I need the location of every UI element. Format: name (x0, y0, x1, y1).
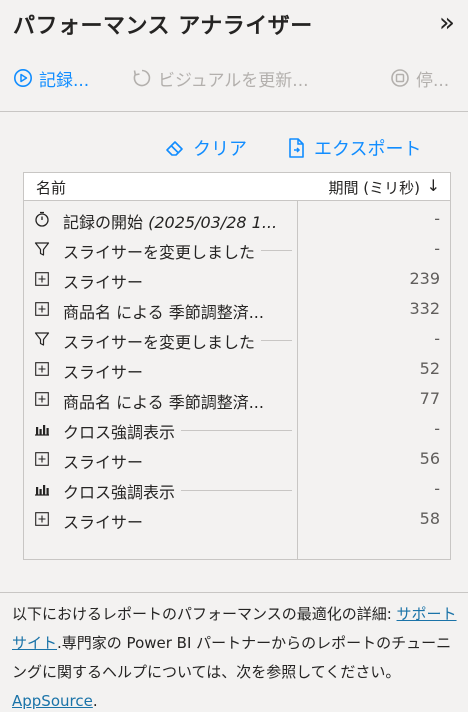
pane-header: パフォーマンス アナライザー » (0, 0, 468, 50)
table-row[interactable]: スライサー 58 (24, 504, 450, 534)
row-duration: - (434, 479, 440, 498)
row-leader-line (181, 490, 292, 491)
clear-button[interactable]: クリア (164, 134, 247, 162)
expand-icon[interactable] (34, 391, 50, 407)
collapse-pane-icon[interactable]: » (434, 10, 460, 38)
table-header: 名前 期間 (ミリ秒) ↓ (24, 173, 450, 201)
row-duration: 52 (419, 359, 440, 378)
row-name: スライサー (63, 273, 144, 292)
refresh-visuals-button[interactable]: ビジュアルを更新... (132, 64, 309, 92)
footer-text-2: .専門家の Power BI パートナーからのレポートのチューニングに関するヘル… (12, 634, 452, 681)
bar-chart-icon (34, 481, 50, 497)
table-row[interactable]: スライサーを変更しました - (24, 234, 450, 264)
row-leader-line (181, 430, 292, 431)
table-row[interactable]: 商品名 による 季節調整済... 77 (24, 384, 450, 414)
stopwatch-icon (34, 211, 50, 227)
record-label: 記録... (39, 70, 90, 91)
row-name: クロス強調表示 (63, 483, 176, 502)
eraser-icon (166, 141, 183, 156)
column-header-name[interactable]: 名前 (36, 177, 66, 198)
bar-chart-icon (34, 421, 50, 437)
row-duration: 239 (409, 269, 440, 288)
column-header-duration[interactable]: 期間 (ミリ秒) (329, 177, 420, 198)
row-duration: 332 (409, 299, 440, 318)
row-name: スライサーを変更しました (63, 243, 256, 262)
row-name: 記録の開始 (2025/03/28 1... (63, 213, 278, 232)
stop-label: 停... (416, 70, 450, 91)
table-row[interactable]: スライサー 239 (24, 264, 450, 294)
filter-icon (34, 241, 50, 257)
refresh-label: ビジュアルを更新... (158, 70, 309, 91)
row-name: クロス強調表示 (63, 423, 176, 442)
row-duration: 56 (419, 449, 440, 468)
table-row[interactable]: スライサー 56 (24, 444, 450, 474)
table-row[interactable]: 記録の開始 (2025/03/28 1... - (24, 204, 450, 234)
table-row[interactable]: スライサー 52 (24, 354, 450, 384)
expand-icon[interactable] (34, 451, 50, 467)
record-button[interactable]: 記録... (13, 64, 89, 92)
stop-button[interactable]: 停... (390, 64, 449, 92)
clear-label: クリア (193, 139, 247, 160)
footer-help-text: 以下におけるレポートのパフォーマンスの最適化の詳細: サポート サイト.専門家の… (12, 600, 460, 712)
export-icon (289, 138, 304, 158)
row-duration: - (434, 209, 440, 228)
filter-icon (34, 331, 50, 347)
expand-icon[interactable] (34, 301, 50, 317)
row-leader-line (261, 250, 292, 251)
row-name: スライサー (63, 513, 144, 532)
refresh-icon (133, 69, 151, 87)
row-name: 商品名 による 季節調整済... (63, 393, 264, 412)
table-row[interactable]: クロス強調表示 - (24, 474, 450, 504)
row-name: 商品名 による 季節調整済... (63, 303, 264, 322)
stop-icon (391, 69, 409, 87)
row-duration: - (434, 239, 440, 258)
row-duration: - (434, 329, 440, 348)
row-duration: 77 (419, 389, 440, 408)
expand-icon[interactable] (34, 361, 50, 377)
table-row[interactable]: クロス強調表示 - (24, 414, 450, 444)
row-timestamp: (2025/03/28 1... (148, 213, 278, 232)
expand-icon[interactable] (34, 511, 50, 527)
appsource-link[interactable]: AppSource (12, 692, 93, 710)
toolbar: 記録... ビジュアルを更新... 停... (0, 58, 468, 98)
footer-text-1: 以下におけるレポートのパフォーマンスの最適化の詳細: (12, 605, 397, 623)
expand-icon[interactable] (34, 271, 50, 287)
record-icon (14, 69, 32, 87)
action-bar: クリア エクスポート (0, 130, 468, 166)
table-row[interactable]: 商品名 による 季節調整済... 332 (24, 294, 450, 324)
row-name: スライサー (63, 363, 144, 382)
row-leader-line (261, 340, 292, 341)
row-duration: 58 (419, 509, 440, 528)
footer-text-3: . (92, 692, 98, 710)
export-label: エクスポート (314, 139, 422, 160)
sort-descending-icon[interactable]: ↓ (427, 176, 440, 195)
pane-title: パフォーマンス アナライザー (13, 14, 313, 39)
toolbar-divider (0, 111, 468, 112)
results-table: 名前 期間 (ミリ秒) ↓ 記録の開始 (2025/03/28 1... - スライ… (23, 172, 451, 560)
row-duration: - (434, 419, 440, 438)
footer-divider (0, 592, 468, 593)
row-name: スライサーを変更しました (63, 333, 256, 352)
performance-analyzer-pane: パフォーマンス アナライザー » 記録... ビジュアルを更新... 停... (0, 0, 468, 712)
export-button[interactable]: エクスポート (287, 134, 421, 162)
table-row[interactable]: スライサーを変更しました - (24, 324, 450, 354)
row-name: スライサー (63, 453, 144, 472)
